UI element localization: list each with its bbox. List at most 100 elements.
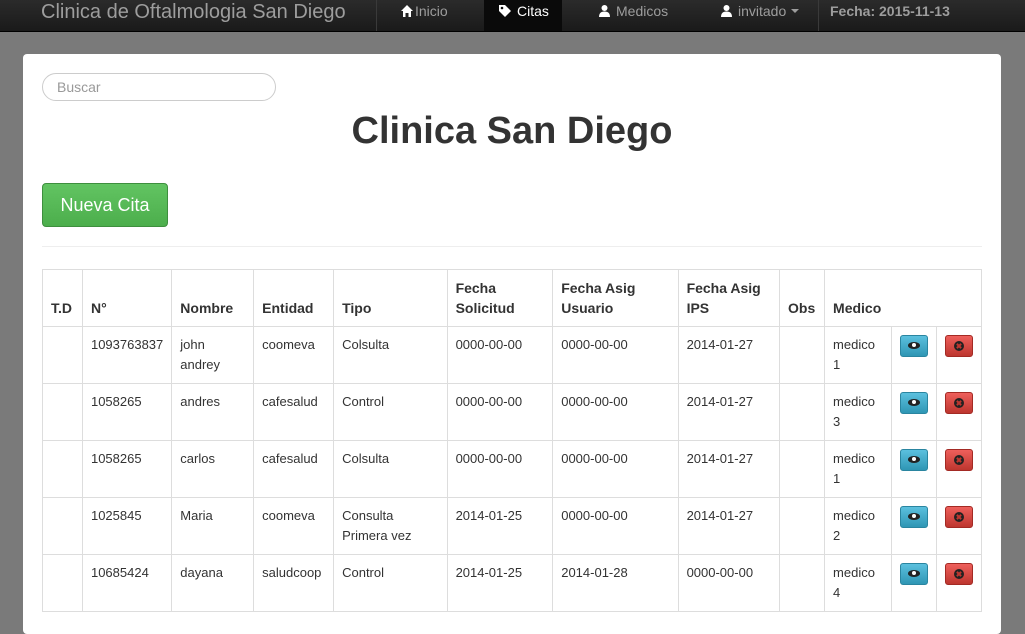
column-header-fecha-solicitud[interactable]: Fecha Solicitud (446, 269, 554, 327)
table-row: 1025845 Maria coomeva Consulta Primera vez 2… (42, 497, 983, 555)
nav-item-medicos[interactable]: Medicos (598, 0, 668, 31)
cell-medico: medico 4 (824, 554, 892, 612)
cell-entidad: coomeva (253, 326, 335, 384)
cell-fecha-ips: 2014-01-27 (677, 383, 781, 441)
nav-item-inicio[interactable]: Inicio (400, 0, 448, 31)
remove-circle-icon (953, 512, 964, 522)
cell-number: 10685424 (81, 554, 173, 612)
page-title: Clinica San Diego (351, 110, 673, 152)
cell-fecha-usuario: 0000-00-00 (552, 440, 679, 498)
cell-fecha-usuario: 2014-01-28 (552, 554, 679, 612)
remove-circle-icon (953, 341, 964, 351)
cell-entidad: saludcoop (253, 554, 335, 612)
view-button[interactable] (899, 563, 928, 585)
nav-item-user-dropdown[interactable]: invitado (720, 0, 800, 31)
cell-td (42, 554, 83, 612)
view-button[interactable] (899, 449, 928, 471)
column-header-td[interactable]: T.D (42, 269, 83, 327)
cell-fecha-ips: 2014-01-27 (677, 497, 781, 555)
cell-entidad: cafesalud (253, 383, 335, 441)
table-row: 10685424 dayana saludcoop Control 2014-01-25… (42, 554, 983, 612)
remove-circle-icon (953, 455, 964, 465)
nav-label-medicos: Medicos (616, 3, 669, 19)
cell-fecha-solicitud: 2014-01-25 (446, 497, 554, 555)
cell-entidad: coomeva (253, 497, 335, 555)
search-input[interactable] (42, 73, 276, 101)
main-panel: Clinica San Diego Nueva Cita T.D N° Nomb… (23, 54, 1001, 634)
new-appointment-button[interactable]: Nueva Cita (42, 183, 168, 227)
cell-obs (779, 497, 826, 555)
nav-label-inicio: Inicio (415, 3, 448, 19)
cell-entidad: cafesalud (253, 440, 335, 498)
tags-icon (499, 5, 511, 17)
column-header-entidad[interactable]: Entidad (253, 269, 335, 327)
delete-button[interactable] (944, 335, 973, 357)
cell-fecha-solicitud: 0000-00-00 (446, 383, 554, 441)
column-header-number[interactable]: N° (81, 269, 173, 327)
cell-fecha-solicitud: 0000-00-00 (446, 326, 554, 384)
nav-label-citas: Citas (517, 3, 549, 19)
top-navbar: Clinica de Oftalmologia San Diego Inicio… (0, 0, 1025, 32)
cell-delete-action (935, 383, 983, 441)
cell-nombre: carlos (171, 440, 255, 498)
remove-circle-icon (953, 569, 964, 579)
column-header-obs[interactable]: Obs (779, 269, 826, 327)
table-header-row: T.D N° Nombre Entidad Tipo Fecha Solicit… (42, 269, 982, 327)
delete-button[interactable] (944, 506, 973, 528)
eye-icon (907, 342, 920, 349)
cell-delete-action (935, 440, 983, 498)
cell-medico: medico 1 (824, 326, 892, 384)
view-button[interactable] (899, 335, 928, 357)
column-header-medico[interactable]: Medico (824, 269, 982, 327)
cell-nombre: andres (171, 383, 255, 441)
table-row: 1093763837 john andrey coomeva Colsulta 0000… (42, 326, 983, 384)
delete-button[interactable] (944, 449, 973, 471)
column-header-fecha-asig-usuario[interactable]: Fecha Asig Usuario (552, 269, 679, 327)
cell-obs (779, 383, 826, 441)
nav-divider (376, 0, 377, 31)
column-header-fecha-asig-ips[interactable]: Fecha Asig IPS (677, 269, 781, 327)
cell-fecha-usuario: 0000-00-00 (552, 497, 679, 555)
delete-button[interactable] (944, 392, 973, 414)
remove-circle-icon (953, 398, 964, 408)
cell-obs (779, 440, 826, 498)
cell-tipo: Colsulta (333, 326, 448, 384)
delete-button[interactable] (944, 563, 973, 585)
brand-title[interactable]: Clinica de Oftalmologia San Diego (41, 0, 346, 26)
column-header-tipo[interactable]: Tipo (333, 269, 448, 327)
nav-label-user: invitado (738, 3, 787, 19)
cell-view-action (890, 497, 937, 555)
nav-item-citas[interactable]: Citas (484, 0, 562, 31)
cell-tipo: Control (333, 383, 448, 441)
chevron-down-icon (791, 9, 800, 13)
view-button[interactable] (899, 506, 928, 528)
column-header-nombre[interactable]: Nombre (171, 269, 255, 327)
cell-fecha-usuario: 0000-00-00 (552, 326, 679, 384)
cell-medico: medico 3 (824, 383, 892, 441)
eye-icon (907, 513, 920, 520)
cell-td (42, 326, 83, 384)
view-button[interactable] (899, 392, 928, 414)
cell-delete-action (935, 554, 983, 612)
table-row: 1058265 andres cafesalud Control 0000-00-00 0… (42, 383, 983, 441)
cell-medico: medico 1 (824, 440, 892, 498)
cell-td (42, 497, 83, 555)
cell-fecha-solicitud: 0000-00-00 (446, 440, 554, 498)
cell-fecha-ips: 0000-00-00 (677, 554, 781, 612)
cell-view-action (890, 383, 937, 441)
eye-icon (907, 570, 920, 577)
eye-icon (907, 456, 920, 463)
cell-number: 1058265 (81, 440, 173, 498)
cell-tipo: Control (333, 554, 448, 612)
nav-divider (818, 0, 819, 31)
cell-tipo: Consulta Primera vez (333, 497, 448, 555)
cell-nombre: Maria (171, 497, 255, 555)
cell-medico: medico 2 (824, 497, 892, 555)
divider (42, 246, 982, 247)
appointments-table: T.D N° Nombre Entidad Tipo Fecha Solicit… (42, 269, 983, 612)
cell-td (42, 440, 83, 498)
user-icon (599, 5, 610, 17)
table-row: 1058265 carlos cafesalud Colsulta 0000-00-00… (42, 440, 983, 498)
user-icon (721, 5, 732, 17)
current-date: Fecha: 2015-11-13 (830, 3, 950, 19)
